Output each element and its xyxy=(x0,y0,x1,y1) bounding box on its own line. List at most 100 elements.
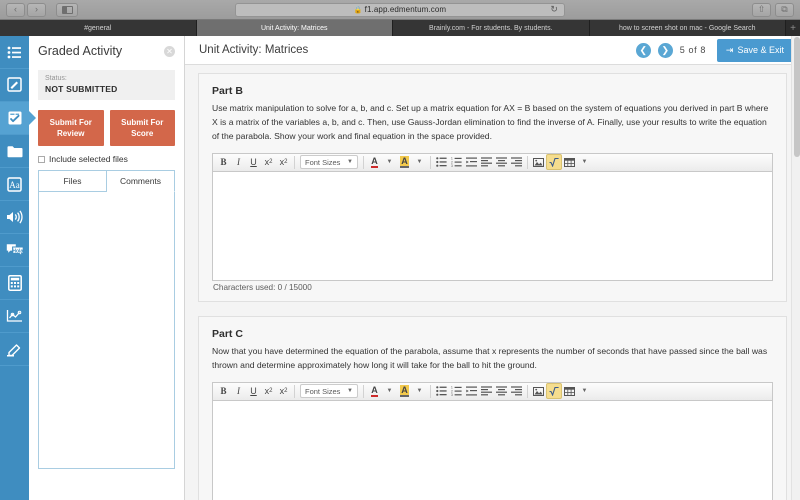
forward-button[interactable]: › xyxy=(27,2,46,17)
new-tab-button[interactable]: + xyxy=(786,20,800,36)
align-left-icon xyxy=(481,386,492,396)
insert-table-button[interactable] xyxy=(562,154,577,170)
close-icon[interactable]: ✕ xyxy=(164,45,175,57)
bullet-list-button[interactable] xyxy=(434,383,449,399)
align-center-button[interactable] xyxy=(494,383,509,399)
sidebar-item-calculator[interactable] xyxy=(0,267,29,300)
superscript-button[interactable]: x2 xyxy=(261,154,276,170)
insert-image-button[interactable] xyxy=(531,154,546,170)
align-left-button[interactable] xyxy=(479,383,494,399)
italic-button[interactable]: I xyxy=(231,383,246,399)
toolbar-separator xyxy=(363,384,364,398)
svg-text:3: 3 xyxy=(451,164,453,167)
insert-table-dropdown[interactable]: ▼ xyxy=(577,383,592,399)
highlight-color-button[interactable]: A xyxy=(397,383,412,399)
subscript-button[interactable]: x2 xyxy=(276,154,291,170)
folder-icon xyxy=(7,145,22,157)
activity-header: Characters used: 567/5000 Unit Activity:… xyxy=(185,36,800,65)
tab-files[interactable]: Files xyxy=(38,170,107,193)
part-b-editor-body[interactable] xyxy=(213,171,772,280)
math-equation-button[interactable] xyxy=(546,383,562,400)
sidebar-item-files[interactable] xyxy=(0,135,29,168)
include-selected-files-checkbox[interactable] xyxy=(38,155,45,163)
bold-button[interactable]: B xyxy=(216,154,231,170)
indent-button[interactable] xyxy=(464,383,479,399)
text-color-button[interactable]: A xyxy=(367,154,382,170)
sidebar-item-list[interactable] xyxy=(0,36,29,69)
insert-image-button[interactable] xyxy=(531,383,546,399)
back-button[interactable]: ‹ xyxy=(6,2,25,17)
highlight-color-dropdown[interactable]: ▼ xyxy=(412,154,427,170)
text-color-button[interactable]: A xyxy=(367,383,382,399)
browser-tab-google-search[interactable]: how to screen shot on mac - Google Searc… xyxy=(589,20,786,36)
highlight-color-button[interactable]: A xyxy=(397,154,412,170)
vertical-scrollbar[interactable] xyxy=(791,36,800,500)
align-right-button[interactable] xyxy=(509,154,524,170)
part-c-editor-body[interactable] xyxy=(213,400,772,500)
sidebar-toggle-button[interactable] xyxy=(56,2,78,17)
highlight-color-label: A xyxy=(400,385,409,398)
part-c-text: Now that you have determined the equatio… xyxy=(212,345,768,370)
share-button[interactable]: ⇧ xyxy=(752,2,771,17)
next-page-button[interactable]: ❯ xyxy=(657,42,673,58)
insert-table-icon xyxy=(564,157,575,167)
browser-tab-general[interactable]: #general xyxy=(0,20,197,36)
numbered-list-icon: 1 2 3 xyxy=(451,157,462,167)
sidebar-item-graded-activity[interactable] xyxy=(0,102,29,135)
subscript-button[interactable]: x2 xyxy=(276,383,291,399)
sidebar-item-notes[interactable] xyxy=(0,69,29,102)
browser-toolbar: ‹ › 🔒 f1.app.edmentum.com ↻ ⇧ ⧉ xyxy=(0,0,800,20)
bold-button[interactable]: B xyxy=(216,383,231,399)
highlight-color-dropdown[interactable]: ▼ xyxy=(412,383,427,399)
underline-button[interactable]: U xyxy=(246,154,261,170)
aa-dictionary-icon: Aa xyxy=(7,176,22,192)
sidebar-item-graphing[interactable] xyxy=(0,300,29,333)
part-b-editor-toolbar: B I U x2 x2 Font Sizes ▼ A ▼ A ▼ 1 2 3 ▼ xyxy=(213,153,772,172)
sidebar-item-text-to-speech[interactable] xyxy=(0,201,29,234)
reload-icon[interactable]: ↻ xyxy=(550,4,558,15)
part-b-card: Part B Use matrix manipulation to solve … xyxy=(198,73,787,302)
toolbar-separator xyxy=(294,384,295,398)
font-sizes-select[interactable]: Font Sizes ▼ xyxy=(300,155,358,170)
toolbar-separator xyxy=(527,384,528,398)
activity-scroll-area[interactable]: Part B Use matrix manipulation to solve … xyxy=(185,65,800,500)
exit-door-icon: ⇥ xyxy=(725,44,734,55)
text-color-dropdown[interactable]: ▼ xyxy=(382,154,397,170)
superscript-button[interactable]: x2 xyxy=(261,383,276,399)
checklist-icon xyxy=(8,111,21,125)
sidebar-item-translate[interactable]: Hola xyxy=(0,234,29,267)
tab-comments[interactable]: Comments xyxy=(107,170,175,193)
indent-button[interactable] xyxy=(464,154,479,170)
font-sizes-select[interactable]: Font Sizes ▼ xyxy=(300,384,358,399)
address-bar[interactable]: 🔒 f1.app.edmentum.com ↻ xyxy=(235,2,565,17)
align-right-button[interactable] xyxy=(509,383,524,399)
page-indicator: 5 of 8 xyxy=(680,45,706,55)
activity-header-actions: ❮ ❯ 5 of 8 ⇥ Save & Exit xyxy=(635,38,800,62)
submit-for-score-button[interactable]: Submit For Score xyxy=(109,110,175,147)
browser-tab-brainly[interactable]: Brainly.com - For students. By students. xyxy=(393,20,590,36)
bullet-list-button[interactable] xyxy=(434,154,449,170)
previous-page-button[interactable]: ❮ xyxy=(635,42,651,58)
insert-table-button[interactable] xyxy=(562,383,577,399)
align-center-button[interactable] xyxy=(494,154,509,170)
align-left-button[interactable] xyxy=(479,154,494,170)
submit-for-review-button[interactable]: Submit For Review xyxy=(38,110,104,147)
underline-button[interactable]: U xyxy=(246,383,261,399)
browser-chrome: ‹ › 🔒 f1.app.edmentum.com ↻ ⇧ ⧉ #general… xyxy=(0,0,800,36)
sidebar-item-highlighter[interactable] xyxy=(0,333,29,366)
part-c-editor-toolbar: B I U x2 x2 Font Sizes ▼ A ▼ A ▼ 1 2 3 ▼ xyxy=(213,382,772,401)
numbered-list-button[interactable]: 1 2 3 xyxy=(449,383,464,399)
insert-table-dropdown[interactable]: ▼ xyxy=(577,154,592,170)
text-color-dropdown[interactable]: ▼ xyxy=(382,383,397,399)
numbered-list-button[interactable]: 1 2 3 xyxy=(449,154,464,170)
part-c-editor: B I U x2 x2 Font Sizes ▼ A ▼ A ▼ 1 2 3 ▼ xyxy=(212,381,773,500)
page-total: 8 xyxy=(700,45,706,55)
tabs-overview-button[interactable]: ⧉ xyxy=(775,2,794,17)
sidebar-item-dictionary[interactable]: Aa xyxy=(0,168,29,201)
save-and-exit-button[interactable]: ⇥ Save & Exit xyxy=(716,38,793,62)
italic-button[interactable]: I xyxy=(231,154,246,170)
math-equation-button[interactable] xyxy=(546,154,562,171)
comments-tab-body[interactable] xyxy=(38,191,175,470)
vertical-scrollbar-thumb[interactable] xyxy=(793,37,800,157)
browser-tab-unit-activity[interactable]: Unit Activity: Matrices xyxy=(196,20,393,36)
